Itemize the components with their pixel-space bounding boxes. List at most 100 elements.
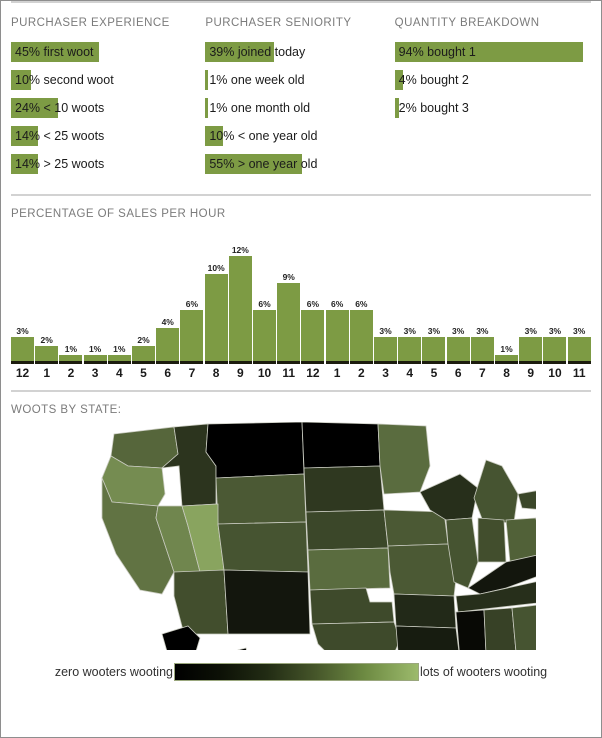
woots-by-state-section: WOOTS BY STATE: [1,392,601,657]
chart-hour-label: 11 [282,366,296,380]
chart-value-label: 6% [185,299,199,309]
stat-row: 55% > one year old [205,154,394,174]
chart-hour-label: 9 [236,366,244,380]
purchaser-seniority-section: PURCHASER SENIORITY 39% joined today 1% o… [205,17,394,182]
stat-label: 94% bought 1 [398,45,476,59]
stat-row: 10% second woot [11,70,205,90]
stat-row: 14% < 25 woots [11,126,205,146]
chart-bar [567,337,591,364]
stat-row: 1% one week old [205,70,394,90]
stat-row: 45% first woot [11,42,205,62]
chart-bar [228,256,252,364]
chart-column: 6% 7 [180,299,204,380]
stat-label: 10% second woot [15,73,114,87]
chart-hour-label: 8 [212,366,220,380]
chart-bar [374,337,398,364]
state-ne [305,509,389,551]
chart-bar [107,355,131,364]
chart-value-label: 9% [282,272,295,282]
state-shapes [101,422,536,650]
state-co [217,521,309,573]
purchaser-experience-rows: 45% first woot 10% second woot 24% < 10 wo… [11,42,205,174]
chart-hour-label: 6 [164,366,172,380]
state-ok [309,587,395,625]
state-hi [237,647,247,650]
purchaser-experience-title: PURCHASER EXPERIENCE [11,17,170,29]
state-ga [511,604,536,650]
chart-value-label: 1% [113,344,126,354]
stat-row: 14% > 25 woots [11,154,205,174]
stat-label: 10% < one year old [209,129,318,143]
chart-value-label: 2% [137,335,150,345]
chart-bar [11,337,34,364]
state-oh [505,517,536,563]
chart-hour-label: 3 [91,366,99,380]
chart-hour-label: 8 [503,366,510,380]
stat-label: 39% joined today [209,45,306,59]
stat-label: 1% one week old [209,73,305,87]
chart-bar [59,355,83,364]
chart-value-label: 1% [88,344,102,354]
chart-value-label: 3% [476,326,489,336]
chart-bar [543,337,567,364]
chart-column: 6% 12 [301,299,325,380]
chart-column: 3% 10 [543,326,567,380]
state-ny [517,490,536,510]
chart-bar [156,328,180,364]
chart-value-label: 3% [403,326,416,336]
chart-value-label: 2% [40,335,53,345]
legend-high-label: lots of wooters wooting [419,665,548,679]
chart-value-label: 3% [379,326,392,336]
state-ks [307,547,391,591]
top-stats-row: PURCHASER EXPERIENCE 45% first woot 10% s… [1,3,601,182]
stat-row: 4% bought 2 [394,70,591,90]
state-la [395,625,460,650]
state-nd [301,422,381,469]
chart-column: 1% 4 [107,344,131,380]
purchaser-seniority-rows: 39% joined today 1% one week old 1% one mo… [205,42,394,174]
state-wy [215,473,307,525]
stat-label: 4% bought 2 [398,73,469,87]
chart-column: 1% 3 [83,344,107,380]
chart-column: 2% 5 [132,335,156,380]
chart-column: 6% 2 [349,299,373,380]
chart-hour-label: 7 [188,366,196,380]
chart-value-label: 3% [548,326,562,336]
chart-column: 1% 2 [59,344,83,380]
legend-gradient-bar [173,663,419,681]
chart-column: 3% 9 [519,326,543,380]
state-mn [377,423,431,495]
state-mo [387,543,459,597]
chart-bar [132,346,156,364]
woots-by-state-title: WOOTS BY STATE: [11,404,122,416]
chart-bar [446,337,470,364]
chart-value-label: 3% [524,326,537,336]
chart-hour-label: 4 [406,366,414,380]
chart-hour-label: 11 [572,366,586,380]
chart-column: 3% 11 [567,326,591,380]
stat-row: 94% bought 1 [394,42,591,62]
chart-hour-label: 6 [454,366,462,380]
chart-bar [277,283,301,364]
state-ar [393,593,457,629]
state-ms [455,609,487,650]
chart-bar [519,337,543,364]
chart-column: 6% 1 [325,299,349,380]
chart-hour-label: 1 [43,366,51,380]
chart-value-label: 6% [258,299,271,309]
chart-hour-label: 4 [115,366,123,380]
chart-column: 2% 1 [35,335,59,380]
chart-column: 4% 6 [156,317,180,380]
stat-label: 55% > one year old [209,157,318,171]
chart-value-label: 3% [452,326,465,336]
chart-bar [83,355,107,364]
state-tx [311,621,401,650]
chart-bar [398,337,422,364]
chart-column: 3% 5 [422,326,446,380]
chart-hour-label: 10 [548,366,562,380]
chart-column: 12% 9 [228,245,252,380]
woot-stats-panel: PURCHASER EXPERIENCE 45% first woot 10% s… [0,0,602,738]
stat-bar [205,98,209,118]
chart-value-label: 6% [330,299,344,309]
purchaser-experience-section: PURCHASER EXPERIENCE 45% first woot 10% s… [11,17,205,182]
